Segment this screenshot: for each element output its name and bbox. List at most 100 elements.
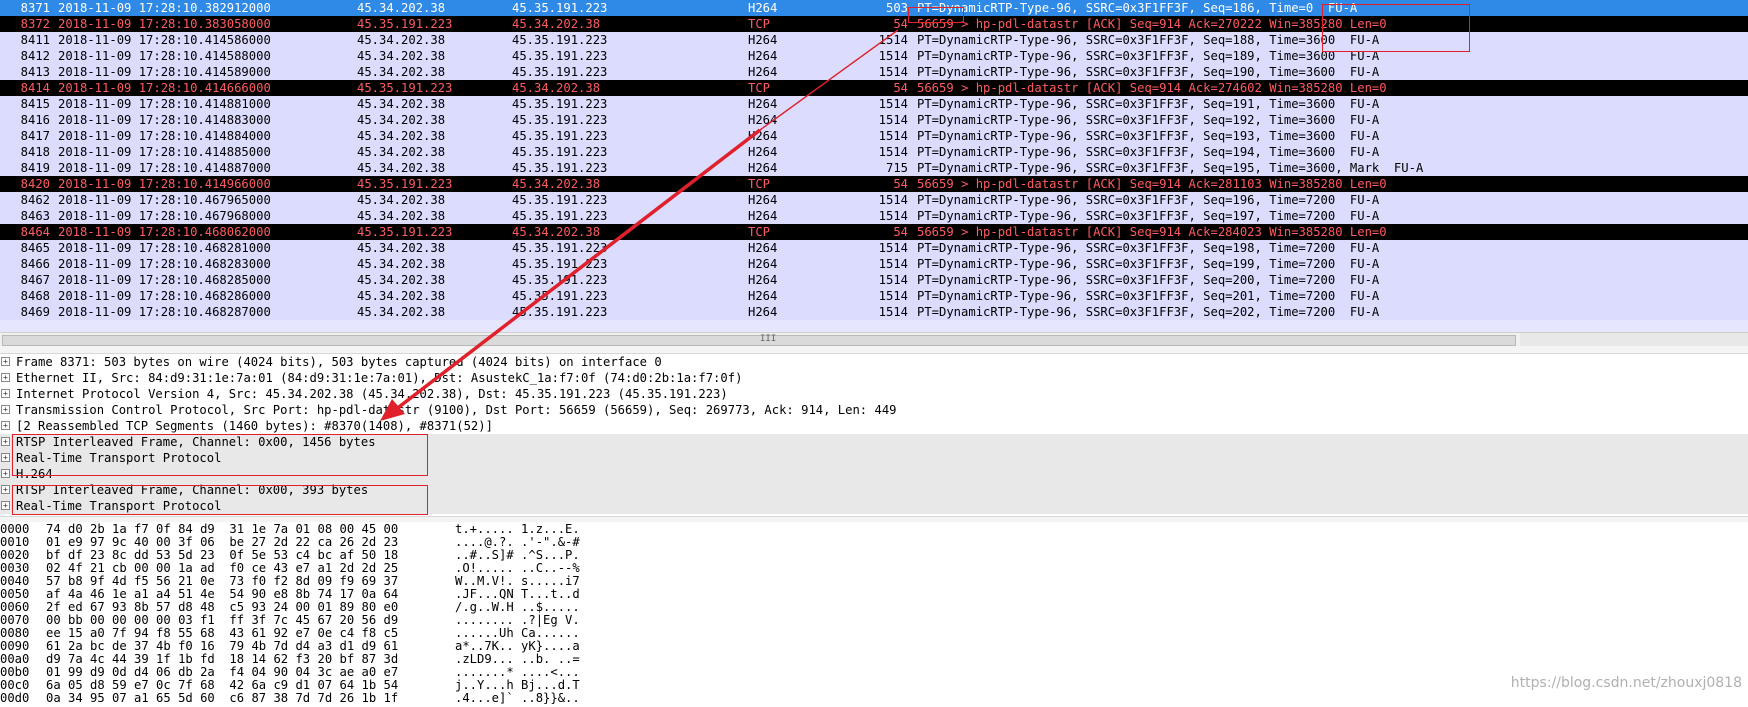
packet-source: 45.34.202.38 xyxy=(357,161,446,175)
packet-destination: 45.35.191.223 xyxy=(512,113,608,127)
packet-number: 8466 xyxy=(20,257,50,271)
detail-tree-item[interactable]: + RTSP Interleaved Frame, Channel: 0x00, … xyxy=(0,434,1748,450)
detail-tree-item[interactable]: + Transmission Control Protocol, Src Port… xyxy=(0,402,1748,418)
packet-number: 8417 xyxy=(20,129,50,143)
packet-length: 1514 xyxy=(878,49,908,63)
packet-number: 8412 xyxy=(20,49,50,63)
packet-info: PT=DynamicRTP-Type-96, SSRC=0x3F1FF3F, S… xyxy=(917,289,1380,303)
packet-length: 54 xyxy=(893,17,908,31)
pane-splitter-top[interactable] xyxy=(0,346,1748,354)
packet-row[interactable]: 8417 2018-11-09 17:28:10.414884000 45.34.2… xyxy=(0,128,1748,144)
packet-number: 8467 xyxy=(20,273,50,287)
detail-tree-item[interactable]: + H.264 xyxy=(0,466,1748,482)
packet-number: 8462 xyxy=(20,193,50,207)
scrollbar-thumb[interactable] xyxy=(2,335,1516,346)
packet-protocol: TCP xyxy=(748,225,771,239)
expand-icon[interactable]: + xyxy=(1,373,10,382)
packet-destination: 45.35.191.223 xyxy=(512,289,608,303)
packet-row[interactable]: 8412 2018-11-09 17:28:10.414588000 45.34.2… xyxy=(0,48,1748,64)
packet-info: PT=DynamicRTP-Type-96, SSRC=0x3F1FF3F, S… xyxy=(917,1,1358,15)
detail-tree-label: Internet Protocol Version 4, Src: 45.34.… xyxy=(16,387,728,401)
packet-length: 1514 xyxy=(878,145,908,159)
packet-number: 8420 xyxy=(20,177,50,191)
packet-row[interactable]: 8468 2018-11-09 17:28:10.468286000 45.34.2… xyxy=(0,288,1748,304)
detail-tree-item[interactable]: + Internet Protocol Version 4, Src: 45.34… xyxy=(0,386,1748,402)
expand-icon[interactable]: + xyxy=(1,405,10,414)
expand-icon[interactable]: + xyxy=(1,453,10,462)
packet-length: 1514 xyxy=(878,257,908,271)
hex-row[interactable]: 00d0 0a 34 95 07 a1 65 5d 60 c6 87 38 7d … xyxy=(0,691,1748,706)
packet-length: 1514 xyxy=(878,33,908,47)
packet-row[interactable]: 8419 2018-11-09 17:28:10.414887000 45.34.2… xyxy=(0,160,1748,176)
packet-length: 1514 xyxy=(878,113,908,127)
packet-row[interactable]: 8466 2018-11-09 17:28:10.468283000 45.34.2… xyxy=(0,256,1748,272)
detail-tree-label: RTSP Interleaved Frame, Channel: 0x00, 1… xyxy=(16,435,376,449)
packet-source: 45.34.202.38 xyxy=(357,97,446,111)
expand-icon[interactable]: + xyxy=(1,421,10,430)
packet-info: PT=DynamicRTP-Type-96, SSRC=0x3F1FF3F, S… xyxy=(917,161,1424,175)
packet-time: 2018-11-09 17:28:10.414881000 xyxy=(58,97,271,111)
packet-row[interactable]: 8416 2018-11-09 17:28:10.414883000 45.34.2… xyxy=(0,112,1748,128)
packet-number: 8469 xyxy=(20,305,50,319)
expand-icon[interactable]: + xyxy=(1,469,10,478)
packet-time: 2018-11-09 17:28:10.468283000 xyxy=(58,257,271,271)
detail-tree-item[interactable]: + [2 Reassembled TCP Segments (1460 bytes… xyxy=(0,418,1748,434)
packet-time: 2018-11-09 17:28:10.414586000 xyxy=(58,33,271,47)
expand-icon[interactable]: + xyxy=(1,485,10,494)
packet-row[interactable]: 8462 2018-11-09 17:28:10.467965000 45.34.2… xyxy=(0,192,1748,208)
packet-number: 8415 xyxy=(20,97,50,111)
packet-destination: 45.35.191.223 xyxy=(512,273,608,287)
detail-tree-item[interactable]: + Frame 8371: 503 bytes on wire (4024 bit… xyxy=(0,354,1748,370)
packet-time: 2018-11-09 17:28:10.414588000 xyxy=(58,49,271,63)
expand-icon[interactable]: + xyxy=(1,357,10,366)
packet-time: 2018-11-09 17:28:10.414966000 xyxy=(58,177,271,191)
hex-offset: 00d0 xyxy=(0,691,30,705)
expand-icon[interactable]: + xyxy=(1,437,10,446)
packet-row[interactable]: 8411 2018-11-09 17:28:10.414586000 45.34.2… xyxy=(0,32,1748,48)
packet-length: 1514 xyxy=(878,65,908,79)
packet-source: 45.35.191.223 xyxy=(357,17,453,31)
packet-row[interactable]: 8463 2018-11-09 17:28:10.467968000 45.34.2… xyxy=(0,208,1748,224)
packet-row[interactable]: 8418 2018-11-09 17:28:10.414885000 45.34.2… xyxy=(0,144,1748,160)
detail-tree-item[interactable]: + Real-Time Transport Protocol xyxy=(0,450,1748,466)
packet-details-tree[interactable]: + Frame 8371: 503 bytes on wire (4024 bit… xyxy=(0,354,1748,516)
packet-info: PT=DynamicRTP-Type-96, SSRC=0x3F1FF3F, S… xyxy=(917,97,1380,111)
packet-bytes-pane[interactable]: 0000 74 d0 2b 1a f7 0f 84 d9 31 1e 7a 01 … xyxy=(0,522,1748,707)
detail-tree-label: Real-Time Transport Protocol xyxy=(16,499,222,513)
packet-info: PT=DynamicRTP-Type-96, SSRC=0x3F1FF3F, S… xyxy=(917,193,1380,207)
packet-time: 2018-11-09 17:28:10.467968000 xyxy=(58,209,271,223)
detail-tree-item[interactable]: + Real-Time Transport Protocol xyxy=(0,498,1748,514)
detail-tree-item[interactable]: + RTSP Interleaved Frame, Channel: 0x00, … xyxy=(0,482,1748,498)
packet-row[interactable]: 8420 2018-11-09 17:28:10.414966000 45.35.1… xyxy=(0,176,1748,192)
packet-row[interactable]: 8372 2018-11-09 17:28:10.383058000 45.35.1… xyxy=(0,16,1748,32)
packet-number: 8416 xyxy=(20,113,50,127)
detail-tree-label: Transmission Control Protocol, Src Port:… xyxy=(16,403,897,417)
packet-protocol: H264 xyxy=(748,97,778,111)
packet-row[interactable]: 8371 2018-11-09 17:28:10.382912000 45.34.2… xyxy=(0,0,1748,16)
detail-tree-item[interactable]: + Ethernet II, Src: 84:d9:31:1e:7a:01 (84… xyxy=(0,370,1748,386)
packet-row[interactable]: 8465 2018-11-09 17:28:10.468281000 45.34.2… xyxy=(0,240,1748,256)
packet-length: 1514 xyxy=(878,273,908,287)
packet-row[interactable]: 8413 2018-11-09 17:28:10.414589000 45.34.2… xyxy=(0,64,1748,80)
packet-row[interactable]: 8414 2018-11-09 17:28:10.414666000 45.35.1… xyxy=(0,80,1748,96)
detail-tree-label: Real-Time Transport Protocol xyxy=(16,451,222,465)
scrollbar-track[interactable] xyxy=(1520,333,1748,347)
packet-row[interactable]: 8415 2018-11-09 17:28:10.414881000 45.34.2… xyxy=(0,96,1748,112)
packet-info: 56659 > hp-pdl-datastr [ACK] Seq=914 Ack… xyxy=(917,177,1387,191)
packet-length: 1514 xyxy=(878,305,908,319)
packet-time: 2018-11-09 17:28:10.468062000 xyxy=(58,225,271,239)
watermark: https://blog.csdn.net/zhouxj0818 xyxy=(1510,675,1742,691)
packet-destination: 45.35.191.223 xyxy=(512,1,608,15)
packet-info: PT=DynamicRTP-Type-96, SSRC=0x3F1FF3F, S… xyxy=(917,241,1380,255)
packet-number: 8414 xyxy=(20,81,50,95)
expand-icon[interactable]: + xyxy=(1,501,10,510)
horizontal-scrollbar[interactable]: III xyxy=(0,332,1748,347)
packet-info: PT=DynamicRTP-Type-96, SSRC=0x3F1FF3F, S… xyxy=(917,113,1380,127)
expand-icon[interactable]: + xyxy=(1,389,10,398)
packet-row[interactable]: 8467 2018-11-09 17:28:10.468285000 45.34.2… xyxy=(0,272,1748,288)
packet-row[interactable]: 8464 2018-11-09 17:28:10.468062000 45.35.1… xyxy=(0,224,1748,240)
packet-number: 8463 xyxy=(20,209,50,223)
packet-list[interactable]: 8371 2018-11-09 17:28:10.382912000 45.34.2… xyxy=(0,0,1748,332)
packet-row[interactable]: 8469 2018-11-09 17:28:10.468287000 45.34.2… xyxy=(0,304,1748,320)
detail-tree-label: H.264 xyxy=(16,467,53,481)
